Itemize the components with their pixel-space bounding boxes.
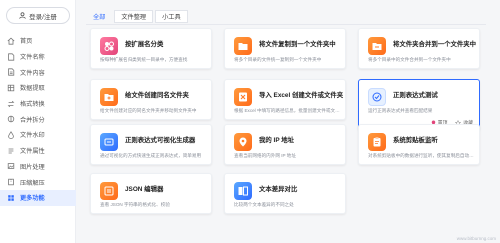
sidebar-item-format-convert[interactable]: 格式转换 — [0, 96, 76, 112]
tab-bar: 全部 文件整理 小工具 — [86, 10, 188, 23]
sidebar-item-label: 文件水印 — [20, 132, 45, 140]
format-convert-icon — [7, 100, 15, 108]
sidebar-item-label: 压缩解压 — [20, 179, 45, 187]
watermark-icon — [7, 131, 15, 139]
sidebar-item-home[interactable]: 首页 — [0, 33, 76, 49]
regex-test-icon — [368, 88, 386, 106]
tool-card[interactable]: 系统剪贴板监听 对系统剪贴板中的数据进行监听，使其复制后自动处理 — [358, 124, 480, 165]
sidebar-item-compress[interactable]: 压缩解压 — [0, 174, 76, 190]
json-icon — [100, 182, 118, 200]
card-title: 将文件夹合并到一个文件夹中 — [393, 41, 477, 48]
tool-card[interactable]: 按扩展名分类 按每种扩展名归类到统一目录中，方便查找 — [90, 28, 212, 69]
sidebar-item-file-name[interactable]: 文件名称 — [0, 49, 76, 65]
card-description: 通过可视化的方式快速生成正则表达式，简单易用 — [100, 153, 202, 158]
excel-import-icon — [234, 88, 252, 106]
login-button[interactable]: 登录/注册 — [6, 7, 70, 24]
card-title: 将文件复制到一个文件夹中 — [259, 41, 336, 48]
more-icon — [7, 194, 15, 202]
copy-folder-icon — [234, 37, 252, 55]
tab-file-organize[interactable]: 文件整理 — [114, 10, 154, 23]
home-icon — [7, 37, 15, 45]
file-content-icon — [7, 68, 15, 76]
merge-folder-icon — [368, 37, 386, 55]
card-title: 系统剪贴板监听 — [393, 137, 438, 144]
card-description: 对系统剪贴板中的数据进行监听，使其复制后自动处理 — [368, 153, 476, 158]
sidebar-item-file-props[interactable]: 文件属性 — [0, 143, 76, 159]
card-description: 按每种扩展名归类到统一目录中，方便查找 — [100, 57, 188, 62]
extension-icon — [100, 37, 118, 55]
watermark-text: www.bitburnng.com — [456, 236, 496, 241]
card-description: 运行正则表达式并查看匹配结果 — [368, 108, 433, 113]
card-title: JSON 编辑器 — [125, 186, 164, 193]
sidebar: 登录/注册 首页 文件名称 文件内容 数据提取 格式转换 合并拆分 文件水印 文… — [0, 0, 76, 243]
sidebar-item-label: 文件属性 — [20, 148, 45, 156]
card-title: 正则表达式可视化生成器 — [125, 137, 196, 144]
card-description: 根据 Excel 中填写的路径信息，批量创建文件或文件夹 — [234, 108, 342, 113]
tool-card[interactable]: JSON 编辑器 查看 JSON 字符串的格式化、校验 — [90, 173, 212, 214]
sidebar-item-label: 首页 — [20, 38, 33, 46]
tool-card[interactable]: 正则表达式可视化生成器 通过可视化的方式快速生成正则表达式，简单易用 — [90, 124, 212, 165]
clipboard-icon — [368, 133, 386, 151]
tool-card[interactable]: 给文件创建同名文件夹 给文件创建对应的同名文件夹并移动到文件夹中 — [90, 79, 212, 120]
text-diff-icon — [234, 182, 252, 200]
sidebar-item-label: 文件名称 — [20, 54, 45, 62]
sidebar-item-label: 图片处理 — [20, 163, 45, 171]
card-description: 查看 JSON 字符串的格式化、校验 — [100, 202, 170, 207]
file-name-icon — [7, 52, 15, 61]
card-title: 给文件创建同名文件夹 — [125, 92, 189, 99]
sidebar-item-label: 格式转换 — [20, 101, 45, 109]
sidebar-item-label: 合并拆分 — [20, 116, 45, 124]
ip-address-icon — [234, 133, 252, 151]
card-description: 将多个目录的文件统一复制到一个文件夹中 — [234, 57, 322, 62]
data-extract-icon — [7, 84, 15, 92]
image-icon — [7, 162, 15, 170]
sidebar-item-image[interactable]: 图片处理 — [0, 159, 76, 175]
tool-card[interactable]: 将文件夹合并到一个文件夹中 将多个目录中的文件合并到一个文件夹中 — [358, 28, 480, 69]
card-title: 正则表达式测试 — [393, 92, 438, 99]
login-label: 登录/注册 — [29, 13, 57, 21]
file-props-icon — [7, 147, 15, 155]
create-folder-icon — [100, 88, 118, 106]
card-description: 给文件创建对应的同名文件夹并移动到文件夹中 — [100, 108, 197, 113]
main-content: 全部 文件整理 小工具 按扩展名分类 按每种扩展名归类到统一目录中，方便查找 将… — [80, 0, 500, 243]
tool-card[interactable]: 文本差异对比 比较两个文本差异的不同之处 — [224, 173, 346, 214]
sidebar-item-watermark[interactable]: 文件水印 — [0, 127, 76, 143]
sidebar-item-file-content[interactable]: 文件内容 — [0, 64, 76, 80]
sidebar-nav: 首页 文件名称 文件内容 数据提取 格式转换 合并拆分 文件水印 文件属性 图片… — [0, 33, 76, 206]
compress-icon — [7, 178, 15, 186]
user-icon — [19, 12, 26, 19]
card-title: 文本差异对比 — [259, 186, 298, 193]
regex-visual-icon — [100, 133, 118, 151]
sidebar-item-data-extract[interactable]: 数据提取 — [0, 80, 76, 96]
tool-card[interactable]: 导入 Excel 创建文件或文件夹 根据 Excel 中填写的路径信息，批量创建… — [224, 79, 346, 120]
sidebar-item-label: 更多功能 — [20, 195, 45, 203]
card-description: 查看当前网络的内外网 IP 地址 — [234, 153, 296, 158]
sidebar-item-label: 数据提取 — [20, 85, 45, 93]
card-title: 我的 IP 地址 — [259, 137, 295, 144]
card-title: 按扩展名分类 — [125, 41, 164, 48]
card-title: 导入 Excel 创建文件或文件夹 — [259, 92, 344, 99]
sidebar-item-more[interactable]: 更多功能 — [0, 189, 76, 206]
sidebar-item-label: 文件内容 — [20, 69, 45, 77]
card-description: 比较两个文本差异的不同之处 — [234, 202, 294, 207]
merge-split-icon — [7, 115, 15, 123]
card-description: 将多个目录中的文件合并到一个文件夹中 — [368, 57, 451, 62]
tab-small-tools[interactable]: 小工具 — [155, 10, 188, 23]
sidebar-item-merge-split[interactable]: 合并拆分 — [0, 111, 76, 127]
tab-all[interactable]: 全部 — [86, 10, 112, 23]
tab-divider — [86, 24, 486, 25]
tool-card[interactable]: 我的 IP 地址 查看当前网络的内外网 IP 地址 — [224, 124, 346, 165]
tool-card[interactable]: 将文件复制到一个文件夹中 将多个目录的文件统一复制到一个文件夹中 — [224, 28, 346, 69]
